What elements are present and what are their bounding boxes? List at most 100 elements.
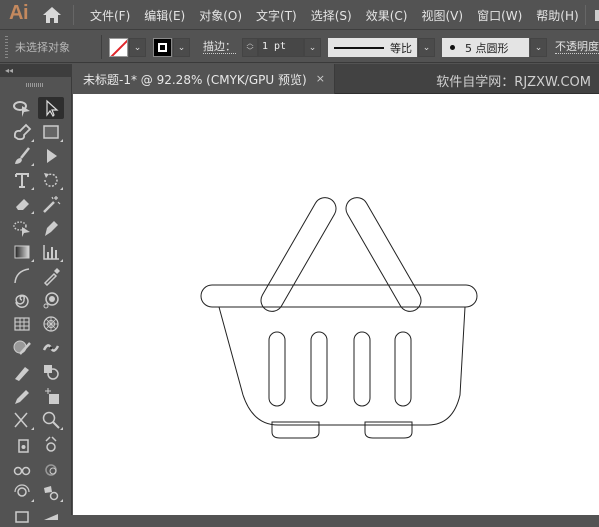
tool-group-indicator [31, 427, 34, 430]
tool-rectangular-grid[interactable] [9, 313, 35, 335]
tool-paintbrush[interactable] [9, 145, 35, 167]
tool-column-graph[interactable] [38, 241, 64, 263]
tools-grip-handle[interactable] [26, 83, 44, 87]
tool-direct-selection[interactable] [38, 145, 64, 167]
basket-slot [310, 331, 328, 407]
tool-pen-add[interactable] [38, 217, 64, 239]
tool-shape-builder[interactable] [38, 361, 64, 383]
tool-group-indicator [31, 139, 34, 142]
spiral-icon [15, 294, 29, 308]
tool-group-indicator [31, 187, 34, 190]
tool-symbol-scruncher[interactable] [9, 457, 35, 479]
panel-grip-handle[interactable] [5, 36, 8, 58]
collapse-panel-button[interactable]: ◂◂ [0, 64, 72, 77]
close-tab-icon[interactable]: × [316, 72, 325, 85]
tool-arc[interactable] [9, 265, 35, 287]
menu-object[interactable]: 对象(O) [199, 7, 242, 24]
menu-effect[interactable]: 效果(C) [366, 7, 408, 24]
tool-shaper[interactable] [9, 337, 35, 359]
zoom-icon [42, 411, 60, 429]
tool-artboard[interactable] [38, 385, 64, 407]
eraser-icon [16, 199, 29, 210]
tool-eyedropper[interactable] [38, 265, 64, 287]
document-tab[interactable]: 未标题-1* @ 92.28% (CMYK/GPU 预览) × [73, 64, 335, 94]
tool-eraser[interactable] [9, 193, 35, 215]
menu-items: 文件(F) 编辑(E) 对象(O) 文字(T) 选择(S) 效果(C) 视图(V… [90, 0, 593, 30]
type-icon [15, 173, 29, 188]
tool-polar-grid[interactable] [38, 313, 64, 335]
menu-type[interactable]: 文字(T) [256, 7, 297, 24]
basket-slot [394, 331, 412, 407]
home-icon[interactable] [42, 6, 62, 24]
control-bar: 未选择对象 ⌄ ⌄ 描边： ︿ ﹀ 1 pt ⌄ 等比 ⌄ 5 点圆形 ⌄ 不透明… [0, 31, 599, 63]
symbol-stainer-icon [44, 486, 59, 501]
stroke-dropdown-chevron-icon[interactable]: ⌄ [173, 38, 190, 57]
menu-select[interactable]: 选择(S) [311, 7, 352, 24]
tool-scissors[interactable] [9, 409, 35, 431]
tool-width[interactable] [38, 505, 64, 527]
basket-right-handle [345, 197, 422, 312]
stroke-weight-spinner[interactable]: ︿ ﹀ [242, 38, 258, 57]
tool-pencil[interactable] [9, 385, 35, 407]
tool-symbol-spinner[interactable] [9, 481, 35, 503]
tool-rotate[interactable] [38, 169, 64, 191]
watermark-text: 软件自学网：RJZXW.COM [436, 75, 591, 90]
pen-icon [13, 123, 32, 141]
tool-symbol-stainer[interactable] [38, 481, 64, 503]
opacity-label[interactable]: 不透明度 [555, 40, 599, 54]
menu-view[interactable]: 视图(V) [421, 7, 463, 24]
tool-symbol-shifter[interactable] [38, 433, 64, 455]
menu-help[interactable]: 帮助(H) [536, 7, 578, 24]
tool-group-indicator [60, 259, 63, 262]
tool-zoom[interactable] [38, 409, 64, 431]
magic-wand-icon [43, 196, 61, 213]
stroke-label[interactable]: 描边： [203, 40, 236, 54]
paintbrush-icon [15, 147, 30, 164]
brush-dropdown-chevron-icon[interactable]: ⌄ [530, 38, 547, 57]
control-divider [101, 35, 102, 59]
tool-dotted-lasso[interactable] [9, 217, 35, 239]
basket-artwork [200, 197, 478, 439]
tool-selection[interactable] [38, 97, 64, 119]
menu-file[interactable]: 文件(F) [90, 7, 130, 24]
eyedropper-icon [43, 268, 60, 286]
tool-lasso-select[interactable] [9, 97, 35, 119]
rotate-icon [44, 173, 58, 187]
variable-width-profile[interactable]: 等比 [328, 38, 417, 57]
tool-pen[interactable] [9, 121, 35, 143]
stroke-swatch[interactable] [153, 38, 172, 57]
tool-group-indicator [31, 211, 34, 214]
stroke-weight-dropdown-chevron-icon[interactable]: ⌄ [304, 38, 321, 57]
profile-dropdown-chevron-icon[interactable]: ⌄ [418, 38, 435, 57]
tool-slice[interactable] [9, 505, 35, 527]
tool-pencil-blob[interactable] [9, 361, 35, 383]
symbol-spinner-icon [14, 484, 30, 497]
menu-edit[interactable]: 编辑(E) [144, 7, 185, 24]
app-logo: Ai [9, 2, 29, 24]
tool-gradient[interactable] [9, 241, 35, 263]
menu-window[interactable]: 窗口(W) [477, 7, 522, 24]
selection-icon [46, 99, 59, 117]
tool-symbol-sprayer[interactable] [38, 289, 64, 311]
fill-swatch[interactable] [109, 38, 128, 57]
tool-perspective[interactable] [9, 433, 35, 455]
fill-dropdown-chevron-icon[interactable]: ⌄ [129, 38, 146, 57]
tool-puppet-warp[interactable] [38, 337, 64, 359]
symbol-shifter-icon [45, 436, 57, 452]
artboard-icon [45, 388, 59, 404]
tool-group-indicator [60, 427, 63, 430]
puppet-warp-icon [42, 344, 60, 352]
brush-definition[interactable]: 5 点圆形 [442, 38, 529, 57]
stroke-weight-input[interactable]: 1 pt [258, 38, 304, 57]
tool-symbol-sizer[interactable] [38, 457, 64, 479]
arc-icon [14, 268, 30, 284]
artboard-canvas[interactable] [73, 95, 599, 515]
line-profile-preview [334, 46, 384, 49]
tool-spiral[interactable] [9, 289, 35, 311]
tool-rectangle[interactable] [38, 121, 64, 143]
tool-type[interactable] [9, 169, 35, 191]
rectangular-grid-icon [14, 317, 30, 331]
symbol-sizer-icon [45, 464, 57, 476]
tool-magic-wand[interactable] [38, 193, 64, 215]
workspace-switcher-icon[interactable] [595, 10, 599, 21]
